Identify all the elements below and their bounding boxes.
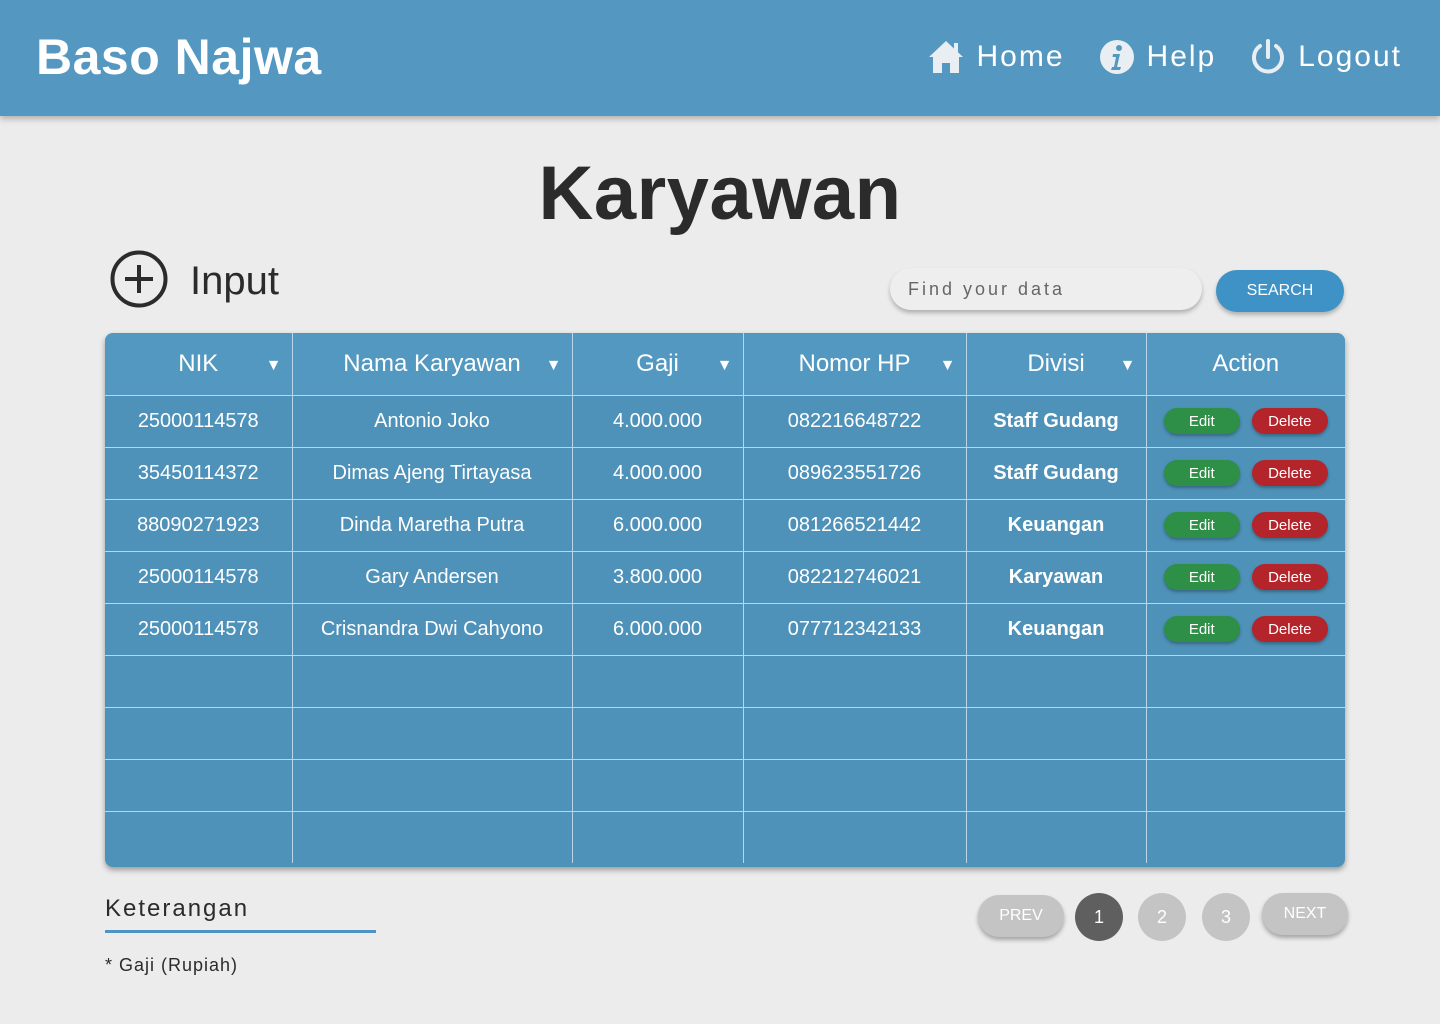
edit-button[interactable]: Edit bbox=[1163, 616, 1240, 642]
cell-divisi: Karyawan bbox=[965, 550, 1147, 604]
cell-gaji: 4.000.000 bbox=[571, 446, 744, 500]
table-row: 25000114578 Antonio Joko 4.000.000 08221… bbox=[105, 394, 1345, 448]
page-title: Karyawan bbox=[538, 151, 902, 236]
sort-down-icon[interactable]: ▼ bbox=[546, 357, 562, 375]
column-header-label: Nomor HP bbox=[798, 349, 911, 377]
table-row: 35450114372 Dimas Ajeng Tirtayasa 4.000.… bbox=[105, 446, 1345, 500]
power-icon bbox=[1250, 38, 1286, 76]
empty-table-row bbox=[105, 654, 1345, 708]
cell-divisi: Keuangan bbox=[965, 602, 1147, 656]
sort-down-icon[interactable]: ▼ bbox=[940, 357, 956, 375]
nav-home[interactable]: Home bbox=[927, 39, 1065, 75]
delete-button[interactable]: Delete bbox=[1251, 460, 1328, 486]
column-header-label: Nama Karyawan bbox=[343, 349, 521, 377]
table-row: 25000114578 Gary Andersen 3.800.000 0822… bbox=[105, 550, 1345, 604]
page-2-button[interactable]: 2 bbox=[1138, 893, 1186, 941]
column-header-label: Divisi bbox=[1027, 349, 1085, 377]
nav-logout-label: Logout bbox=[1298, 40, 1402, 73]
cell-nama: Dimas Ajeng Tirtayasa bbox=[291, 446, 573, 500]
sort-down-icon[interactable]: ▼ bbox=[266, 357, 282, 375]
cell-nik: 25000114578 bbox=[105, 602, 293, 656]
sort-down-icon[interactable]: ▼ bbox=[717, 357, 733, 375]
cell-gaji: 6.000.000 bbox=[571, 498, 744, 552]
empty-table-row bbox=[105, 810, 1345, 863]
info-icon bbox=[1099, 39, 1135, 75]
delete-button[interactable]: Delete bbox=[1251, 512, 1328, 538]
column-header-hp[interactable]: Nomor HP ▼ bbox=[742, 333, 967, 396]
edit-button[interactable]: Edit bbox=[1163, 408, 1240, 434]
cell-hp: 082212746021 bbox=[742, 550, 967, 604]
cell-nama: Crisnandra Dwi Cahyono bbox=[291, 602, 573, 656]
delete-button[interactable]: Delete bbox=[1251, 616, 1328, 642]
search-input[interactable] bbox=[890, 268, 1202, 310]
table-header-row: NIK ▼ Nama Karyawan ▼ Gaji ▼ Nomor HP ▼ … bbox=[105, 333, 1345, 396]
sort-down-icon[interactable]: ▼ bbox=[1120, 357, 1136, 375]
top-navbar: Baso Najwa Home Help Logout bbox=[0, 0, 1440, 116]
column-header-nik[interactable]: NIK ▼ bbox=[105, 333, 293, 396]
cell-divisi: Staff Gudang bbox=[965, 446, 1147, 500]
cell-gaji: 3.800.000 bbox=[571, 550, 744, 604]
plus-circle-icon bbox=[110, 250, 168, 313]
delete-button[interactable]: Delete bbox=[1251, 564, 1328, 590]
cell-nama: Gary Andersen bbox=[291, 550, 573, 604]
cell-nik: 25000114578 bbox=[105, 394, 293, 448]
keterangan-title: Keterangan bbox=[105, 895, 250, 922]
column-header-label: Action bbox=[1212, 349, 1280, 377]
keterangan-underline bbox=[105, 930, 376, 933]
cell-divisi: Staff Gudang bbox=[965, 394, 1147, 448]
search-button[interactable]: SEARCH bbox=[1216, 270, 1344, 312]
cell-action: Edit Delete bbox=[1145, 550, 1345, 604]
column-header-divisi[interactable]: Divisi ▼ bbox=[965, 333, 1147, 396]
column-header-gaji[interactable]: Gaji ▼ bbox=[571, 333, 744, 396]
nav-logout[interactable]: Logout bbox=[1250, 38, 1402, 76]
empty-table-row bbox=[105, 758, 1345, 812]
cell-nama: Antonio Joko bbox=[291, 394, 573, 448]
empty-table-row bbox=[105, 706, 1345, 760]
nav-home-label: Home bbox=[976, 40, 1065, 73]
table-row: 88090271923 Dinda Maretha Putra 6.000.00… bbox=[105, 498, 1345, 552]
nav-help[interactable]: Help bbox=[1099, 39, 1217, 75]
column-header-action: Action bbox=[1145, 333, 1345, 396]
delete-button[interactable]: Delete bbox=[1251, 408, 1328, 434]
home-icon bbox=[927, 39, 965, 75]
input-button[interactable]: Input bbox=[110, 250, 279, 313]
input-label: Input bbox=[190, 259, 279, 303]
nav-help-label: Help bbox=[1146, 40, 1217, 73]
cell-action: Edit Delete bbox=[1145, 446, 1345, 500]
edit-button[interactable]: Edit bbox=[1163, 460, 1240, 486]
cell-hp: 077712342133 bbox=[742, 602, 967, 656]
keterangan-note: * Gaji (Rupiah) bbox=[105, 955, 239, 975]
nav-menu: Home Help Logout bbox=[893, 38, 1403, 76]
cell-nik: 88090271923 bbox=[105, 498, 293, 552]
cell-action: Edit Delete bbox=[1145, 498, 1345, 552]
cell-nik: 35450114372 bbox=[105, 446, 293, 500]
cell-gaji: 4.000.000 bbox=[571, 394, 744, 448]
next-page-button[interactable]: NEXT bbox=[1262, 893, 1348, 935]
cell-gaji: 6.000.000 bbox=[571, 602, 744, 656]
edit-button[interactable]: Edit bbox=[1163, 564, 1240, 590]
prev-page-button[interactable]: PREV bbox=[978, 895, 1064, 937]
brand-logo-text[interactable]: Baso Najwa bbox=[36, 28, 322, 86]
cell-nik: 25000114578 bbox=[105, 550, 293, 604]
cell-divisi: Keuangan bbox=[965, 498, 1147, 552]
edit-button[interactable]: Edit bbox=[1163, 512, 1240, 538]
column-header-label: Gaji bbox=[636, 349, 679, 377]
cell-hp: 081266521442 bbox=[742, 498, 967, 552]
page-3-button[interactable]: 3 bbox=[1202, 893, 1250, 941]
cell-hp: 089623551726 bbox=[742, 446, 967, 500]
cell-nama: Dinda Maretha Putra bbox=[291, 498, 573, 552]
column-header-nama[interactable]: Nama Karyawan ▼ bbox=[291, 333, 573, 396]
cell-hp: 082216648722 bbox=[742, 394, 967, 448]
page-1-button[interactable]: 1 bbox=[1075, 893, 1123, 941]
employee-table: NIK ▼ Nama Karyawan ▼ Gaji ▼ Nomor HP ▼ … bbox=[105, 333, 1345, 867]
cell-action: Edit Delete bbox=[1145, 602, 1345, 656]
table-row: 25000114578 Crisnandra Dwi Cahyono 6.000… bbox=[105, 602, 1345, 656]
cell-action: Edit Delete bbox=[1145, 394, 1345, 448]
column-header-label: NIK bbox=[178, 349, 219, 377]
pagination: PREV 1 2 3 NEXT bbox=[978, 893, 1350, 941]
